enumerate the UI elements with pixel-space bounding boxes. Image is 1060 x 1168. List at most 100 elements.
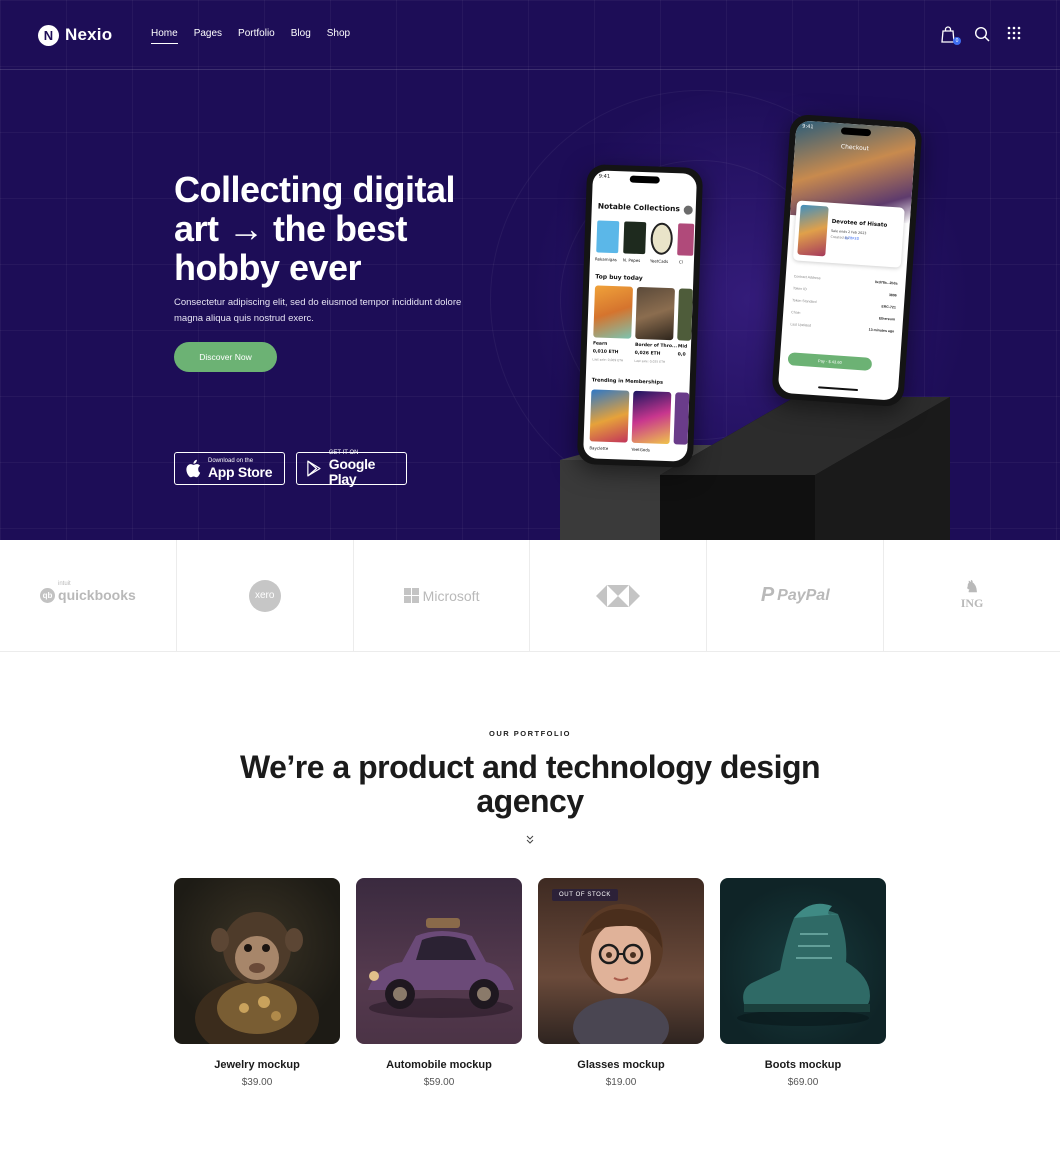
partner-paypal-name: PayPal [777,586,830,604]
product-name[interactable]: Glasses mockup [538,1059,704,1071]
main-nav: Home Pages Portfolio Blog Shop [151,28,350,44]
collection-name: Cl [678,259,683,265]
nav-pages[interactable]: Pages [194,28,222,44]
hsbc-icon [596,584,641,607]
nft-price: 0,0 [677,352,686,358]
collection-thumb [650,222,674,256]
home-indicator [818,386,859,392]
avatar [683,205,693,215]
nft-thumb [673,392,690,445]
partner-xero-name: xero [248,579,281,612]
nft-name: YeetGods [631,446,650,453]
collection-thumb [623,221,647,255]
shopping-bag-icon[interactable]: 0 [941,26,961,45]
portfolio-title: We’re a product and technology design ag… [239,749,821,819]
nft-thumb [677,288,693,341]
partner-microsoft-name: Microsoft [422,587,480,604]
nav-portfolio[interactable]: Portfolio [238,28,275,44]
trending-label: Trending in Memberships [591,377,664,386]
out-of-stock-badge: OUT OF STOCK [552,889,618,901]
phone-mockup-collections: 9:41 Notable Collections Rekamigas N. Pe… [576,164,704,468]
app-store-big: App Store [208,463,273,480]
product-name[interactable]: Automobile mockup [356,1059,522,1071]
site-header: N Nexio Home Pages Portfolio Blog Shop 0 [0,0,1060,70]
product-price: $39.00 [241,1077,273,1088]
grid-menu-icon[interactable] [1007,26,1024,43]
partner-logos: qb intuit quickbooks xero Microsoft P Pa… [0,540,1060,652]
nft-thumb [635,286,675,341]
pay-button: Pay - $ 43.60 [787,352,873,371]
cart-count-badge: 0 [953,37,961,45]
product-image-glasses[interactable]: OUT OF STOCK [538,878,704,1044]
microsoft-icon [403,588,419,603]
phone-mockup-checkout: 9:41 Checkout Devotee of Hisato Sale end… [771,113,923,408]
partner-quickbooks: qb intuit quickbooks [0,540,177,651]
checkout-details: Contract Address 0xd78a...2b3a Token ID 38… [790,274,897,341]
collection-name: YeetCads [649,258,669,264]
product-card[interactable]: Automobile mockup $59.00 [356,878,522,1088]
collection-name: N. Pepes [622,257,641,263]
nav-shop[interactable]: Shop [327,28,350,44]
apple-icon [186,459,201,478]
product-name[interactable]: Boots mockup [720,1059,886,1071]
checkout-item-card: Devotee of Hisato Sale ends 2 Feb 2023 C… [792,200,905,268]
nav-blog[interactable]: Blog [291,28,311,44]
phone-time: 9:41 [598,173,611,180]
header-actions: 0 [941,26,1024,45]
site-logo[interactable]: N Nexio [38,24,112,46]
app-store-button[interactable]: Download on the App Store [174,452,285,485]
product-price: $59.00 [423,1077,455,1088]
phone-screen: 9:41 Notable Collections Rekamigas N. Pe… [583,170,697,462]
partner-ing: ♞ ING [884,540,1060,651]
product-card[interactable]: Boots mockup $69.00 [720,878,886,1088]
partner-microsoft: Microsoft [354,540,531,651]
product-card[interactable]: OUT OF STOCK Glasses mockup $19.00 [538,878,704,1088]
hero-subtitle: Consectetur adipiscing elit, sed do eius… [174,297,462,324]
phone-screen: 9:41 Checkout Devotee of Hisato Sale end… [777,120,917,401]
nft-last-sale: Last sale: 0,025 ETH [634,358,666,364]
product-image-jewelry[interactable] [174,878,340,1044]
nft-price: 0,026 ETH [634,350,661,357]
search-icon[interactable] [974,26,991,43]
product-image-boots[interactable] [720,878,886,1044]
paypal-icon: P [760,584,775,606]
discover-now-button[interactable]: Discover Now [174,342,277,372]
logo-mark: N [38,24,59,46]
google-play-button[interactable]: GET IT ON Google Play [296,450,407,487]
partner-paypal: P PayPal [707,540,885,651]
nav-home[interactable]: Home [151,28,178,44]
product-name[interactable]: Jewelry mockup [174,1059,340,1071]
nft-name: Mid [677,344,688,350]
google-play-icon [307,460,321,477]
product-image-automobile[interactable] [356,878,522,1044]
double-chevron-down-icon[interactable] [524,834,536,846]
partner-quickbooks-name: quickbooks [58,587,136,603]
top-buy-label: Top buy today [595,273,643,283]
nft-name: Fearn [592,341,608,347]
phone-heading: Notable Collections [597,201,681,214]
checkout-item-creator: @ZBRED [844,235,860,241]
logo-text: Nexio [65,25,113,44]
nft-name: Border of Thro... [634,342,678,350]
partner-xero: xero [177,540,354,651]
product-price: $69.00 [787,1077,819,1088]
nft-thumb [631,390,672,445]
collection-name: Rekamigas [594,256,617,263]
partner-hsbc [530,540,708,651]
google-play-big: Google Play [328,456,376,487]
nft-last-sale: Last sale: 0,009 ETH [592,357,624,363]
nft-name: Bayclette [589,445,609,451]
product-card[interactable]: Jewelry mockup $39.00 [174,878,340,1088]
portfolio-eyebrow: OUR PORTFOLIO [489,729,571,738]
quickbooks-icon: qb [40,588,56,603]
partner-ing-name: ING [960,596,984,610]
lion-icon: ♞ [964,579,980,596]
nft-thumb [589,389,630,443]
partner-quickbooks-small: intuit [58,581,71,587]
phone-time: 9:41 [802,123,814,131]
nft-thumb [593,285,634,339]
collection-thumb [596,220,620,254]
phone-notch [629,175,660,184]
nft-price: 0,010 ETH [592,349,619,356]
checkout-item-title: Devotee of Hisato [831,218,888,229]
